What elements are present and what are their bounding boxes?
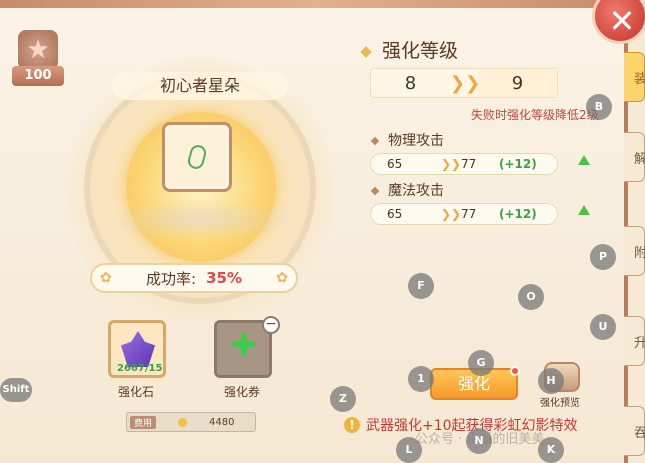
up-arrow-icon bbox=[578, 155, 590, 165]
level-value: 100 bbox=[12, 66, 64, 86]
stat-to: 77 bbox=[461, 207, 477, 221]
level-from: 8 bbox=[404, 72, 417, 94]
level-progress: 8 ❯❯ 9 bbox=[370, 68, 558, 98]
hotkey-l[interactable]: L bbox=[396, 437, 422, 463]
level-badge: ★ 100 bbox=[12, 30, 64, 86]
cost-bar: 费用 4480 bbox=[126, 412, 256, 432]
hotkey-p[interactable]: P bbox=[590, 244, 616, 270]
stat-title: 物理攻击 bbox=[370, 130, 444, 150]
hotkey-1[interactable]: 1 bbox=[408, 366, 434, 392]
info-icon: ! bbox=[344, 417, 360, 433]
notification-dot bbox=[510, 366, 520, 376]
double-arrow-icon: ❯❯ bbox=[441, 157, 462, 171]
hotkey-u[interactable]: U bbox=[590, 314, 616, 340]
stat-row: 65 ❯❯ 77 (+12) bbox=[370, 203, 558, 225]
stat-title: 魔法攻击 bbox=[370, 180, 444, 200]
hotkey-h[interactable]: H bbox=[538, 368, 564, 394]
success-rate-label: 成功率: bbox=[146, 269, 197, 288]
stat-from: 65 bbox=[387, 157, 403, 171]
item-slot[interactable] bbox=[162, 122, 232, 192]
stone-label: 强化石 bbox=[118, 385, 155, 399]
level-to: 9 bbox=[478, 69, 557, 97]
tab-upgrade[interactable]: 升 bbox=[624, 316, 645, 366]
wings-decoration bbox=[100, 200, 300, 240]
hotkey-f[interactable]: F bbox=[408, 273, 434, 299]
remove-coupon-button[interactable]: − bbox=[262, 316, 280, 334]
coin-icon bbox=[178, 417, 188, 427]
plus-icon: ✚ bbox=[231, 328, 257, 363]
enhance-stone-slot[interactable]: 2667/15 bbox=[108, 320, 166, 378]
cost-tag: 费用 bbox=[130, 415, 157, 429]
close-icon: ✕ bbox=[608, 2, 636, 40]
tab-decompose[interactable]: 解 bbox=[624, 132, 645, 182]
stat-delta: (+12) bbox=[499, 157, 537, 171]
hotkey-shift[interactable]: Shift bbox=[0, 378, 32, 402]
crystal-icon bbox=[121, 331, 155, 367]
preview-label: 强化预览 bbox=[540, 398, 580, 409]
tab-equip[interactable]: 装 bbox=[624, 52, 645, 102]
hotkey-n[interactable]: N bbox=[466, 428, 492, 454]
tab-absorb[interactable]: 吞 bbox=[624, 406, 645, 456]
side-tabs: 装 解 附 升 吞 bbox=[624, 40, 645, 463]
stat-delta: (+12) bbox=[499, 207, 537, 221]
pendant-icon bbox=[186, 143, 208, 171]
stone-count: 2667/15 bbox=[117, 363, 163, 374]
fail-note: 失败时强化等级降低2级 bbox=[471, 108, 599, 122]
stat-row: 65 ❯❯ 77 (+12) bbox=[370, 153, 558, 175]
tab-attach[interactable]: 附 bbox=[624, 226, 645, 276]
success-rate-value: 35% bbox=[206, 269, 242, 287]
diamond-icon bbox=[370, 186, 380, 196]
flower-icon: ✿ bbox=[276, 270, 288, 286]
hotkey-k[interactable]: K bbox=[538, 437, 564, 463]
top-border bbox=[0, 0, 628, 8]
diamond-icon bbox=[370, 136, 380, 146]
cost-amount: 4480 bbox=[209, 416, 235, 428]
item-name: 初心者星朵 bbox=[112, 72, 288, 100]
hotkey-o[interactable]: O bbox=[518, 284, 544, 310]
coupon-label: 强化券 bbox=[224, 385, 261, 399]
diamond-icon bbox=[360, 45, 372, 58]
up-arrow-icon bbox=[578, 205, 590, 215]
hotkey-g[interactable]: G bbox=[468, 350, 494, 376]
success-rate: ✿ 成功率: 35% ✿ bbox=[90, 263, 298, 293]
flower-icon: ✿ bbox=[100, 270, 112, 286]
stat-from: 65 bbox=[387, 207, 403, 221]
hotkey-z[interactable]: Z bbox=[330, 386, 356, 412]
hotkey-b[interactable]: B bbox=[586, 94, 612, 120]
enhance-level-title: 强化等级 bbox=[360, 36, 458, 63]
double-arrow-icon: ❯❯ bbox=[450, 72, 481, 94]
star-icon: ★ bbox=[18, 30, 58, 70]
double-arrow-icon: ❯❯ bbox=[441, 207, 462, 221]
stat-to: 77 bbox=[461, 157, 477, 171]
